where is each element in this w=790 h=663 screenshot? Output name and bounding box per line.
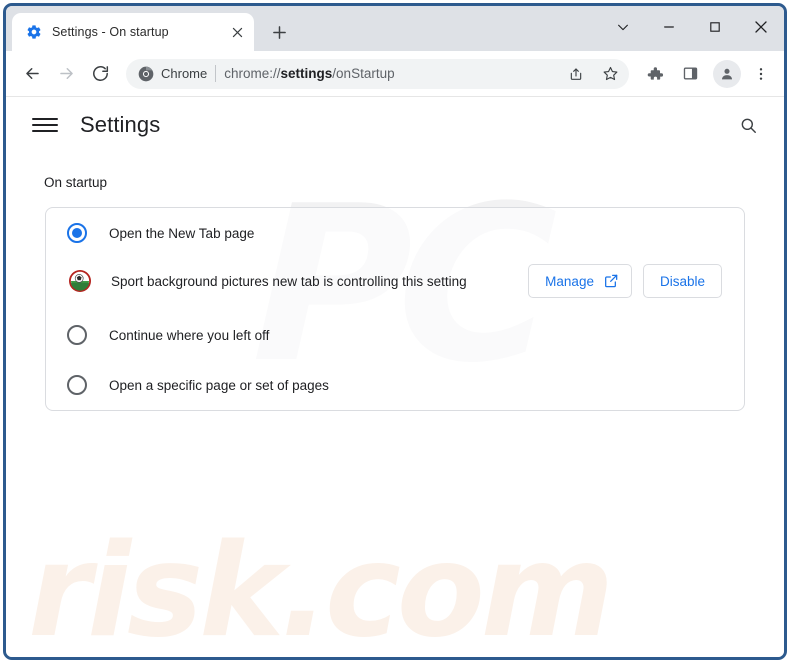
radio-row-open-new-tab-page[interactable]: Open the New Tab page xyxy=(46,208,744,258)
forward-icon[interactable] xyxy=(50,58,82,90)
new-tab-button[interactable] xyxy=(264,17,294,47)
watermark-risk: risk.com xyxy=(28,517,614,660)
omnibox-divider xyxy=(215,65,217,82)
side-panel-icon[interactable] xyxy=(675,59,705,89)
page-title: Settings xyxy=(80,112,161,137)
url-bold-segment: settings xyxy=(280,66,333,81)
radio-label-open-new-tab-page: Open the New Tab page xyxy=(109,225,255,241)
url-suffix: /onStartup xyxy=(332,66,395,81)
on-startup-card: Open the New Tab page Sport background p… xyxy=(45,207,745,411)
browser-toolbar: Chrome chrome://settings/onStartup xyxy=(6,51,784,97)
radio-label-continue-where-you-left-off: Continue where you left off xyxy=(109,327,270,343)
radio-button-open-new-tab-page[interactable] xyxy=(67,223,87,243)
back-icon[interactable] xyxy=(16,58,48,90)
section-label-on-startup: On startup xyxy=(44,175,108,190)
tab-strip: Settings - On startup xyxy=(6,6,784,51)
chrome-chip-label: Chrome xyxy=(161,66,208,81)
tab-title: Settings - On startup xyxy=(52,25,169,39)
chrome-chip: Chrome xyxy=(138,66,207,82)
window-controls xyxy=(600,6,784,48)
close-window-icon[interactable] xyxy=(738,6,784,48)
chrome-menu-icon[interactable] xyxy=(746,59,776,89)
close-icon[interactable] xyxy=(226,21,248,43)
search-icon[interactable] xyxy=(732,109,764,141)
manage-button[interactable]: Manage xyxy=(528,264,632,298)
minimize-icon[interactable] xyxy=(646,6,692,48)
share-icon[interactable] xyxy=(563,61,589,87)
tab-search-icon[interactable] xyxy=(600,6,646,48)
browser-window: Settings - On startup Chrome chrome://se… xyxy=(3,3,787,660)
settings-page: PC risk.com Settings On startup Open the… xyxy=(6,97,784,660)
extensions-puzzle-icon[interactable] xyxy=(640,59,670,89)
address-bar[interactable]: Chrome chrome://settings/onStartup xyxy=(126,58,629,89)
disable-button[interactable]: Disable xyxy=(642,264,722,298)
radio-row-continue-where-you-left-off[interactable]: Continue where you left off xyxy=(46,310,744,360)
extension-controlled-notice: Sport background pictures new tab is con… xyxy=(46,258,744,310)
radio-button-continue-where-you-left-off[interactable] xyxy=(67,325,87,345)
profile-avatar[interactable] xyxy=(713,59,741,88)
browser-tab-settings[interactable]: Settings - On startup xyxy=(12,13,254,51)
url-prefix: chrome:// xyxy=(224,66,281,81)
radio-button-open-specific-pages[interactable] xyxy=(67,375,87,395)
soccer-ball-extension-icon xyxy=(68,269,92,293)
open-in-new-icon xyxy=(603,273,619,289)
gear-icon xyxy=(26,24,42,40)
settings-header: Settings xyxy=(6,97,784,153)
bookmark-star-icon[interactable] xyxy=(597,61,623,87)
radio-label-open-specific-pages: Open a specific page or set of pages xyxy=(109,377,329,393)
chrome-logo-icon xyxy=(138,66,154,82)
reload-icon[interactable] xyxy=(84,58,116,90)
url-text: chrome://settings/onStartup xyxy=(224,66,555,81)
radio-row-open-specific-pages[interactable]: Open a specific page or set of pages xyxy=(46,360,744,410)
manage-button-label: Manage xyxy=(545,273,594,289)
disable-button-label: Disable xyxy=(659,273,705,289)
maximize-icon[interactable] xyxy=(692,6,738,48)
extension-controlled-text: Sport background pictures new tab is con… xyxy=(111,273,467,289)
hamburger-menu-icon[interactable] xyxy=(32,112,58,138)
